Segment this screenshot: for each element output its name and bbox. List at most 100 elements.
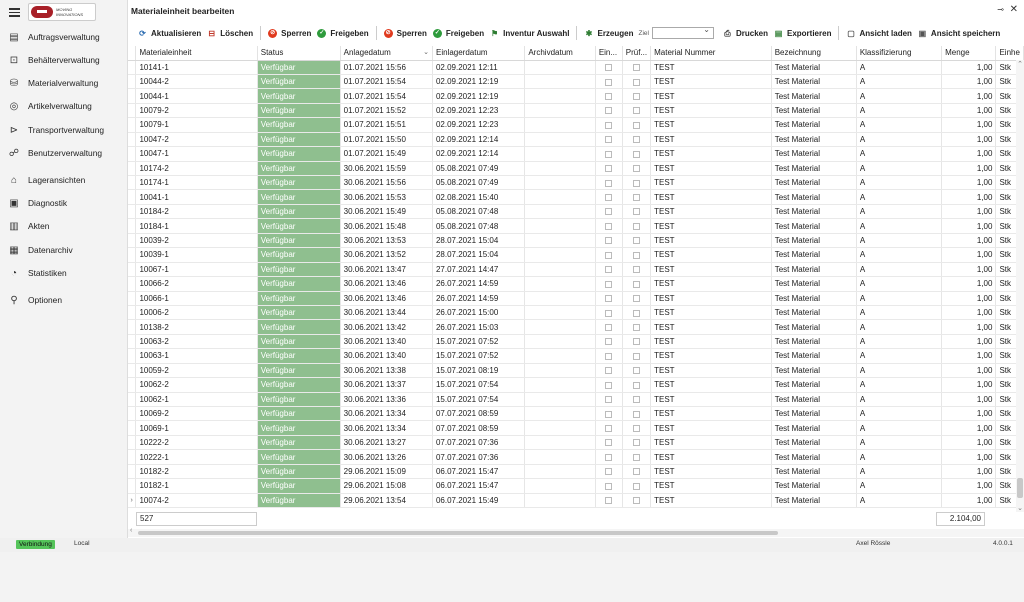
table-cell[interactable]: 10074-2 [135,493,258,509]
table-cell[interactable]: 10044-1 [135,88,258,104]
save-view-button[interactable]: ▣ Ansicht speichern [915,24,1003,42]
table-cell[interactable]: A [856,435,943,451]
row-indicator[interactable] [128,60,137,75]
table-cell[interactable]: 01.07.2021 15:49 [340,146,433,162]
table-cell[interactable]: TEST [650,74,772,90]
checkbox-cell[interactable] [622,233,652,249]
table-cell[interactable]: Verfügbar [257,348,341,364]
table-cell[interactable]: TEST [650,377,772,393]
table-cell[interactable]: Test Material [771,334,857,350]
checkbox[interactable] [605,338,613,346]
table-cell[interactable] [524,478,596,494]
checkbox[interactable] [605,136,613,144]
table-cell[interactable]: TEST [650,161,772,177]
table-cell[interactable]: 10059-2 [135,363,258,379]
table-cell[interactable]: Verfügbar [257,478,341,494]
table-cell[interactable]: A [856,420,943,436]
checkbox-cell[interactable] [622,334,652,350]
table-cell[interactable]: A [856,464,943,480]
checkbox[interactable] [632,497,640,505]
row-indicator[interactable] [128,449,137,465]
checkbox[interactable] [605,352,613,360]
table-cell[interactable]: 02.08.2021 15:40 [432,189,526,205]
table-cell[interactable]: 30.06.2021 13:37 [340,377,433,393]
table-cell[interactable]: 01.07.2021 15:56 [340,60,433,75]
row-indicator[interactable] [128,291,137,306]
table-cell[interactable]: Test Material [771,189,857,205]
checkbox-cell[interactable] [622,392,652,408]
table-cell[interactable] [524,132,596,148]
table-cell[interactable]: 1,00 [941,377,997,393]
column-header[interactable]: Ein... [595,46,623,61]
table-cell[interactable]: Verfügbar [257,103,341,119]
checkbox[interactable] [605,78,613,86]
scroll-up-icon[interactable]: ⌃ [1016,60,1024,68]
table-row[interactable]: 10182-1 Verfügbar 29.06.2021 15:08 06.07.20… [128,478,1024,494]
table-cell[interactable]: 1,00 [941,291,997,306]
table-cell[interactable]: TEST [650,132,772,148]
checkbox-cell[interactable] [622,406,652,422]
checkbox[interactable] [605,468,613,476]
checkbox-cell[interactable] [595,334,623,350]
table-row[interactable]: 10182-2 Verfügbar 29.06.2021 15:09 06.07.20… [128,464,1024,480]
table-cell[interactable]: 10069-2 [135,406,258,422]
checkbox-cell[interactable] [622,189,652,205]
table-cell[interactable] [524,406,596,422]
table-cell[interactable]: A [856,60,943,75]
checkbox[interactable] [632,352,640,360]
table-cell[interactable]: TEST [650,420,772,436]
table-cell[interactable]: TEST [650,291,772,306]
table-cell[interactable]: 01.07.2021 15:52 [340,103,433,119]
checkbox-cell[interactable] [595,117,623,133]
table-cell[interactable] [524,420,596,436]
table-cell[interactable]: 05.08.2021 07:48 [432,204,526,220]
checkbox[interactable] [605,251,613,259]
table-cell[interactable]: 01.07.2021 15:50 [340,132,433,148]
row-indicator[interactable] [128,189,137,205]
table-cell[interactable]: 1,00 [941,189,997,205]
table-cell[interactable]: 07.07.2021 08:59 [432,420,526,436]
table-cell[interactable]: 28.07.2021 15:04 [432,233,526,249]
table-cell[interactable]: Test Material [771,233,857,249]
table-cell[interactable]: Verfügbar [257,218,341,234]
table-row[interactable]: 10039-1 Verfügbar 30.06.2021 13:52 28.07.20… [128,247,1024,263]
checkbox[interactable] [605,323,613,331]
table-cell[interactable]: 05.08.2021 07:48 [432,218,526,234]
table-row[interactable]: 10062-1 Verfügbar 30.06.2021 13:36 15.07.20… [128,392,1024,408]
table-cell[interactable]: Test Material [771,493,857,509]
row-indicator[interactable] [128,233,137,249]
table-cell[interactable] [524,88,596,104]
table-cell[interactable]: 30.06.2021 13:46 [340,291,433,306]
table-cell[interactable]: Test Material [771,406,857,422]
table-cell[interactable] [524,334,596,350]
export-button[interactable]: ▤ Exportieren [771,24,834,42]
row-indicator[interactable] [128,117,137,133]
table-row[interactable]: 10066-2 Verfügbar 30.06.2021 13:46 26.07.20… [128,276,1024,292]
table-cell[interactable]: Test Material [771,276,857,292]
row-indicator[interactable] [128,464,137,480]
checkbox[interactable] [632,425,640,433]
table-cell[interactable] [524,319,596,335]
column-header[interactable]: Material Nummer [650,46,772,61]
column-header[interactable]: Einhe [995,46,1024,61]
table-cell[interactable]: Test Material [771,74,857,90]
checkbox[interactable] [632,266,640,274]
table-cell[interactable]: TEST [650,262,772,278]
table-cell[interactable]: Test Material [771,435,857,451]
table-cell[interactable]: 30.06.2021 13:27 [340,435,433,451]
table-cell[interactable]: 1,00 [941,348,997,364]
table-cell[interactable]: 10006-2 [135,305,258,321]
table-cell[interactable]: Verfügbar [257,392,341,408]
table-cell[interactable]: 10222-2 [135,435,258,451]
checkbox-cell[interactable] [595,204,623,220]
table-cell[interactable]: TEST [650,204,772,220]
sidebar-item-datenarchiv[interactable]: ▦ Datenarchiv [0,240,128,260]
table-row[interactable]: 10044-2 Verfügbar 01.07.2021 15:54 02.09.20… [128,74,1024,90]
checkbox[interactable] [632,410,640,418]
checkbox[interactable] [605,453,613,461]
sidebar-item-artikelverwaltung[interactable]: ◎ Artikelverwaltung [0,96,128,116]
table-cell[interactable]: 1,00 [941,478,997,494]
checkbox-cell[interactable] [595,478,623,494]
checkbox-cell[interactable] [622,117,652,133]
checkbox-cell[interactable] [622,493,652,509]
